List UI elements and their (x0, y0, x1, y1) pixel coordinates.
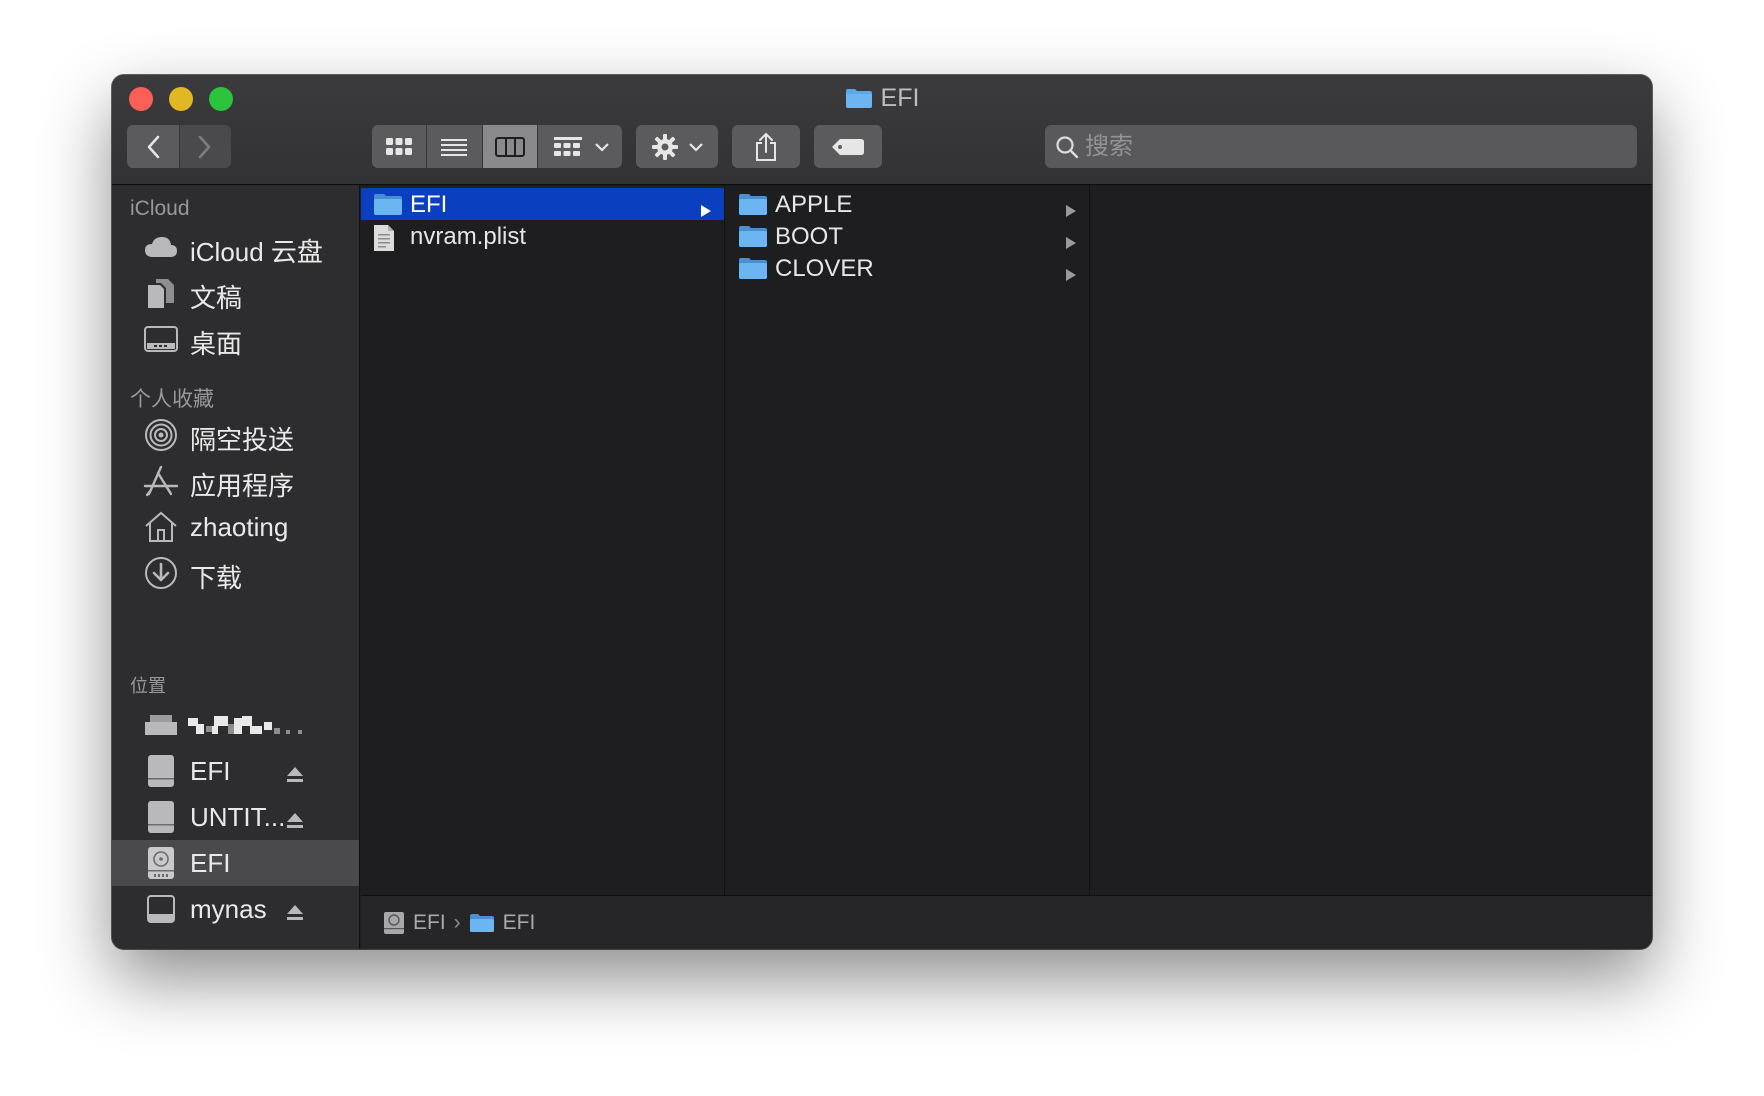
browser-column-2: APPLE BOOT CLOVER (726, 185, 1090, 895)
toolbar: EFI (112, 75, 1652, 185)
chevron-left-icon (147, 135, 160, 158)
browser-column-1: EFI nvram.plist (361, 185, 725, 895)
chevron-down-icon (689, 142, 703, 152)
downloads-icon (142, 555, 180, 591)
sidebar-item-downloads[interactable]: 下载 (112, 550, 359, 596)
forward-button[interactable] (179, 125, 231, 168)
item-label: CLOVER (775, 255, 874, 282)
sidebar-item-label: UNTIT... (190, 802, 286, 832)
search-field[interactable] (1045, 125, 1637, 168)
internal-disk-icon (384, 911, 404, 934)
path-segment-label: EFI (413, 910, 446, 934)
path-separator-icon: › (453, 910, 461, 934)
eject-icon[interactable] (286, 898, 304, 929)
browser-column-3 (1091, 185, 1652, 895)
list-item-apple-folder[interactable]: APPLE (726, 188, 1089, 220)
window-title-text: EFI (880, 84, 920, 112)
sidebar-section-icloud: iCloud (130, 197, 190, 220)
sidebar-section-locations: 位置 (130, 676, 166, 696)
share-icon (756, 132, 776, 161)
airdrop-icon (142, 417, 180, 453)
sidebar-item-desktop[interactable]: 桌面 (112, 316, 359, 362)
sidebar-item-computer[interactable] (112, 702, 359, 748)
search-icon (1056, 135, 1079, 158)
tag-icon (832, 138, 864, 155)
item-label: APPLE (775, 191, 853, 218)
pixelated-name-icon (188, 716, 302, 734)
action-menu-button[interactable] (636, 125, 718, 168)
group-icon (554, 136, 582, 156)
list-item-boot-folder[interactable]: BOOT (726, 220, 1089, 252)
applications-icon (142, 463, 180, 499)
folder-icon (738, 224, 768, 255)
share-button[interactable] (732, 125, 800, 168)
group-by-button[interactable] (540, 125, 622, 168)
icon-view-button[interactable] (372, 125, 427, 168)
sidebar-item-icloud-drive[interactable]: iCloud 云盘 (112, 224, 359, 270)
path-segment-folder[interactable]: EFI (469, 910, 536, 935)
path-bar: EFI › EFI (361, 895, 1652, 949)
folder-icon (738, 256, 768, 287)
folder-icon (469, 913, 494, 932)
columns-icon (494, 136, 525, 157)
external-disk-icon (142, 753, 180, 789)
plist-file-icon (373, 224, 395, 259)
sidebar-item-label: 隔空投送 (190, 425, 295, 455)
sidebar-item-label: iCloud 云盘 (190, 237, 323, 267)
sidebar-item-label: EFI (190, 756, 231, 786)
path-segment-label: EFI (502, 910, 536, 934)
path-segment-disk[interactable]: EFI (383, 911, 446, 935)
sidebar-item-label: EFI (190, 848, 231, 878)
disclosure-arrow-icon (1065, 261, 1077, 289)
home-icon (142, 509, 180, 545)
sidebar-item-untitled[interactable]: UNTIT... (112, 794, 359, 840)
desktop-icon (142, 321, 180, 357)
server-icon (142, 891, 180, 927)
list-icon (441, 138, 468, 156)
sidebar-item-label: zhaoting (190, 512, 289, 542)
finder-window: EFI 搜索 iCloud iCloud 云盘 文稿 桌面 个人收藏 隔空投送 … (112, 75, 1652, 949)
column-view-button[interactable] (482, 125, 537, 168)
sidebar: iCloud iCloud 云盘 文稿 桌面 个人收藏 隔空投送 应用程序 zh… (112, 185, 360, 949)
item-label: EFI (410, 191, 448, 218)
sidebar-item-documents[interactable]: 文稿 (112, 270, 359, 316)
window-title: EFI (112, 83, 1652, 113)
folder-icon (738, 192, 768, 223)
sidebar-item-efi-selected[interactable]: EFI (112, 840, 359, 886)
back-button[interactable] (127, 125, 179, 168)
grid-icon (386, 137, 413, 155)
eject-icon[interactable] (286, 760, 304, 791)
list-item-efi-folder[interactable]: EFI (361, 188, 724, 220)
list-item-nvram-plist[interactable]: nvram.plist (361, 220, 724, 252)
chevron-right-icon (198, 135, 211, 158)
tags-button[interactable] (814, 125, 882, 168)
sidebar-item-applications[interactable]: 应用程序 (112, 458, 359, 504)
sidebar-section-favorites: 个人收藏 (130, 388, 214, 411)
gear-icon (652, 133, 678, 160)
sidebar-item-label: 应用程序 (190, 471, 295, 501)
sidebar-item-label: 下载 (190, 563, 243, 593)
sidebar-item-airdrop[interactable]: 隔空投送 (112, 412, 359, 458)
cloud-icon (142, 229, 180, 265)
folder-icon (845, 89, 872, 108)
chevron-down-icon (595, 142, 609, 152)
sidebar-item-label: 文稿 (190, 283, 243, 313)
external-disk-icon (142, 799, 180, 835)
sidebar-item-label: mynas (190, 894, 267, 924)
navigation-buttons (127, 125, 231, 168)
sidebar-item-mynas[interactable]: mynas (112, 886, 359, 932)
item-label: nvram.plist (410, 223, 527, 250)
list-item-clover-folder[interactable]: CLOVER (726, 252, 1089, 284)
search-input[interactable] (1085, 132, 1605, 161)
sidebar-item-label: 桌面 (190, 329, 243, 359)
list-view-button[interactable] (427, 125, 482, 168)
eject-icon[interactable] (286, 806, 304, 837)
computer-icon (142, 707, 180, 743)
folder-icon (373, 192, 403, 223)
sidebar-item-home[interactable]: zhaoting (112, 504, 359, 550)
documents-icon (142, 275, 180, 311)
item-label: BOOT (775, 223, 844, 250)
internal-disk-icon (142, 845, 180, 881)
sidebar-item-efi-external[interactable]: EFI (112, 748, 359, 794)
